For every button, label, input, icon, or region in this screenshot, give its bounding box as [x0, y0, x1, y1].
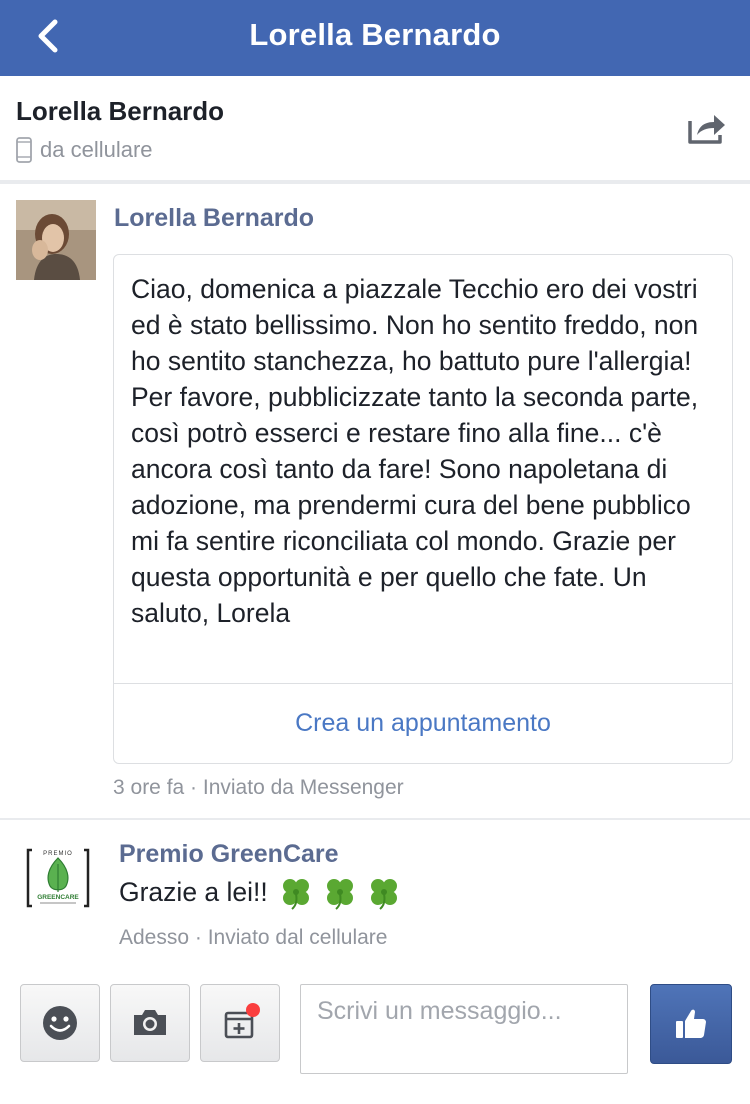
share-button[interactable] — [686, 108, 728, 148]
phone-icon — [16, 137, 32, 163]
four-leaf-clover-icon — [326, 879, 353, 910]
calendar-add-icon — [224, 1003, 260, 1039]
message-bubble: Ciao, domenica a piazzale Tecchio ero de… — [113, 254, 733, 764]
conversation-header: Lorella Bernardo da cellulare — [0, 76, 750, 184]
message-input[interactable]: Scrivi un messaggio... — [300, 984, 628, 1074]
premio-greencare-logo[interactable]: PREMIO GREENCARE — [26, 846, 90, 910]
message-text: Ciao, domenica a piazzale Tecchio ero de… — [131, 274, 699, 628]
reply-text: Grazie a lei!! — [119, 876, 268, 907]
navbar-title: Lorella Bernardo — [249, 17, 501, 52]
sender-avatar[interactable] — [16, 200, 96, 280]
logo-text-greencare: GREENCARE — [37, 894, 79, 901]
emoji-icon — [43, 1006, 77, 1040]
logo-text-premio: PREMIO — [43, 851, 73, 857]
notification-badge — [246, 1003, 260, 1017]
message-incoming: Lorella Bernardo Ciao, domenica a piazza… — [0, 184, 750, 820]
clover-emojis — [278, 874, 402, 910]
top-navbar: Lorella Bernardo — [0, 0, 750, 76]
share-icon — [688, 115, 725, 144]
camera-icon — [134, 1010, 166, 1035]
like-button[interactable] — [650, 984, 732, 1064]
message-reply: PREMIO GREENCARE Premio GreenCare Grazie… — [0, 820, 750, 960]
thumbs-up-icon — [676, 1009, 706, 1038]
emoji-button[interactable] — [20, 984, 100, 1062]
four-leaf-clover-icon — [282, 879, 309, 910]
four-leaf-clover-icon — [370, 879, 397, 910]
reply-meta: Adesso · Inviato dal cellulare — [119, 926, 388, 949]
contact-status: da cellulare — [16, 136, 153, 164]
message-meta: 3 ore fa · Inviato da Messenger — [113, 776, 404, 799]
composer-bar: Scrivi un messaggio... — [0, 968, 750, 1104]
sender-name[interactable]: Lorella Bernardo — [114, 204, 314, 233]
reply-sender-name[interactable]: Premio GreenCare — [119, 840, 339, 869]
contact-name[interactable]: Lorella Bernardo — [16, 96, 224, 127]
add-appointment-button[interactable] — [200, 984, 280, 1062]
reply-text-row: Grazie a lei!! — [119, 872, 402, 912]
create-appointment-button[interactable]: Crea un appuntamento — [114, 684, 732, 762]
camera-button[interactable] — [110, 984, 190, 1062]
contact-status-label: da cellulare — [40, 137, 153, 162]
